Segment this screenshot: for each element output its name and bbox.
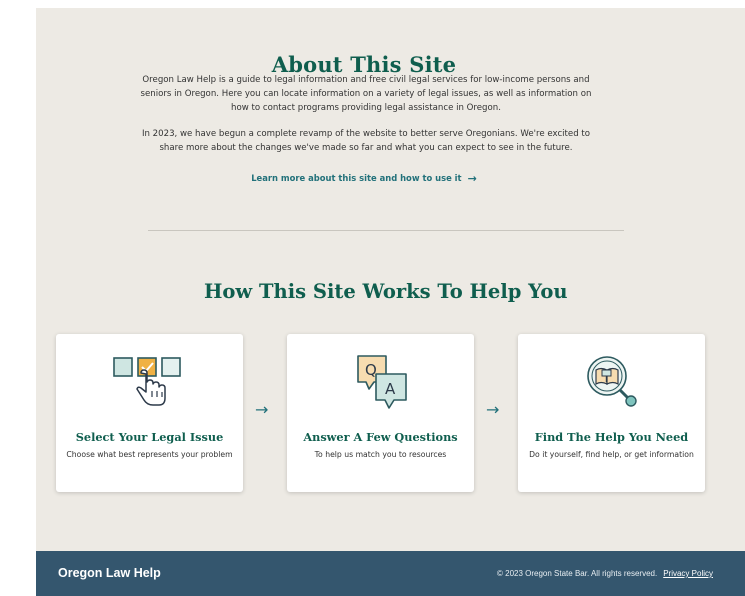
about-paragraph-intro: Oregon Law Help is a guide to legal info… xyxy=(140,75,592,113)
section-divider xyxy=(148,230,624,231)
step-card-select-issue[interactable]: Select Your Legal Issue Choose what best… xyxy=(56,334,243,492)
step-description: To help us match you to resources xyxy=(314,450,447,459)
question-letter: Q xyxy=(365,361,377,379)
book-magnifier-icon xyxy=(518,352,705,414)
privacy-policy-link[interactable]: Privacy Policy xyxy=(663,569,713,578)
learn-more-label: Learn more about this site and how to us… xyxy=(251,173,462,183)
learn-more-link[interactable]: Learn more about this site and how to us… xyxy=(36,172,692,185)
answer-letter: A xyxy=(385,380,396,398)
question-answer-bubbles-icon: Q A xyxy=(287,352,474,414)
arrow-right-icon: → xyxy=(467,172,477,185)
step-description: Choose what best represents your problem xyxy=(66,450,233,459)
step-description: Do it yourself, find help, or get inform… xyxy=(529,450,694,459)
footer-brand: Oregon Law Help xyxy=(58,566,161,580)
arrow-right-icon: → xyxy=(486,400,500,419)
copyright-text: © 2023 Oregon State Bar. All rights rese… xyxy=(497,569,658,578)
page-canvas: About This Site Oregon Law Help is a gui… xyxy=(36,8,745,596)
step-card-find-help[interactable]: Find The Help You Need Do it yourself, f… xyxy=(518,334,705,492)
arrow-right-icon: → xyxy=(255,400,269,419)
how-it-works-title: How This Site Works To Help You xyxy=(204,280,568,303)
about-paragraph-revamp: In 2023, we have begun a complete revamp… xyxy=(141,129,591,153)
footer-copyright: © 2023 Oregon State Bar. All rights rese… xyxy=(497,569,713,578)
select-boxes-pointer-icon xyxy=(56,352,243,414)
step-title: Find The Help You Need xyxy=(534,430,689,444)
step-card-answer-questions[interactable]: Q A Answer A Few Questions To help us ma… xyxy=(287,334,474,492)
site-footer: Oregon Law Help © 2023 Oregon State Bar.… xyxy=(36,551,745,596)
step-title: Answer A Few Questions xyxy=(303,430,458,444)
step-title: Select Your Legal Issue xyxy=(75,430,224,444)
